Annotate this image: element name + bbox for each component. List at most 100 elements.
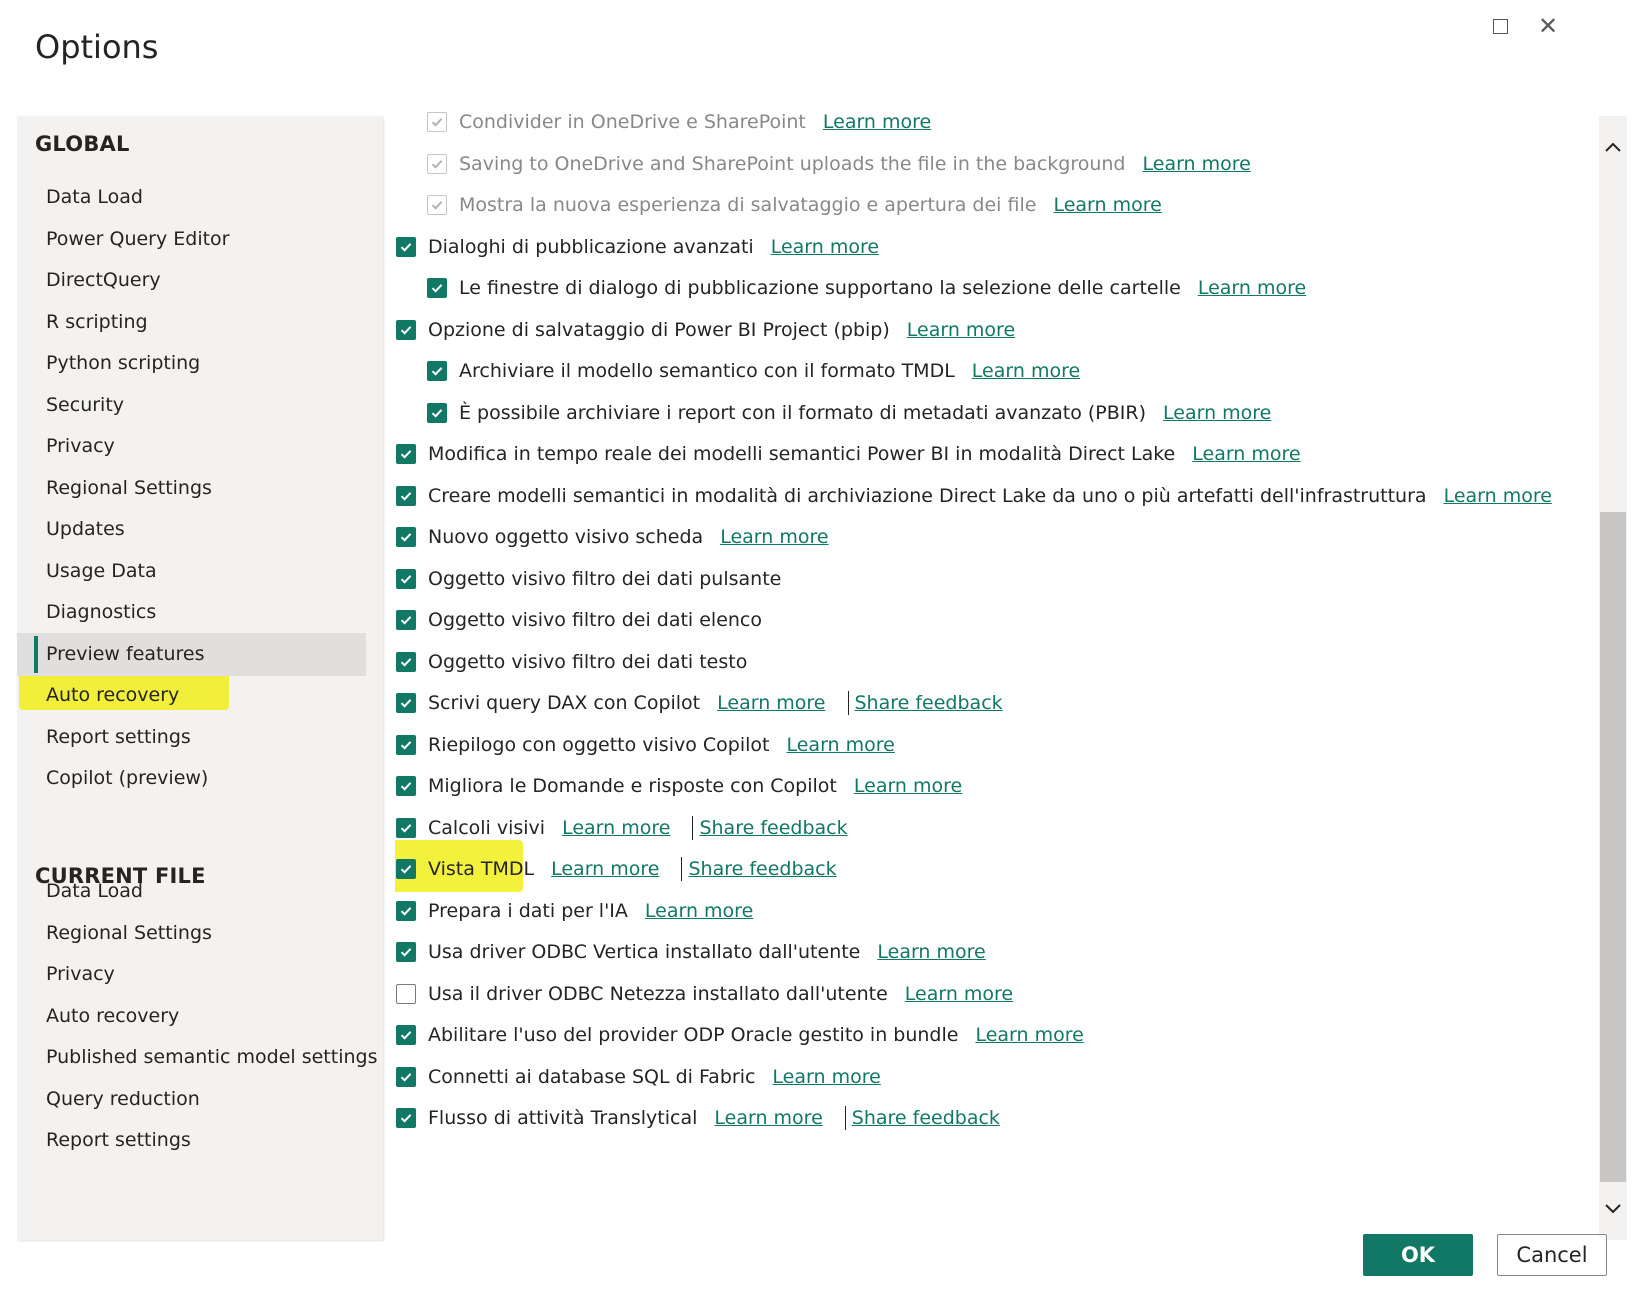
vertical-scrollbar[interactable] (1599, 116, 1627, 1240)
link-separator (681, 857, 683, 881)
checkbox-icon[interactable] (396, 859, 416, 879)
close-button[interactable]: ✕ (1530, 8, 1566, 44)
ok-button[interactable]: OK (1363, 1234, 1473, 1276)
option-label: Nuovo oggetto visivo scheda (428, 526, 704, 548)
learn-more-link[interactable]: Learn more (645, 900, 753, 922)
learn-more-link[interactable]: Learn more (772, 1066, 880, 1088)
checkbox-icon[interactable] (427, 361, 447, 381)
learn-more-link[interactable]: Learn more (771, 236, 879, 258)
learn-more-link[interactable]: Learn more (823, 112, 931, 133)
chevron-down-icon[interactable] (1603, 1198, 1623, 1218)
checkbox-icon[interactable] (396, 651, 416, 672)
checkbox-icon[interactable] (396, 1066, 416, 1087)
checkbox-icon[interactable] (396, 983, 416, 1004)
sidebar-item-data-load[interactable]: Data Load (17, 176, 366, 219)
learn-more-link[interactable]: Learn more (1143, 153, 1251, 175)
checkbox-icon[interactable] (396, 527, 416, 547)
sidebar-item-current-privacy[interactable]: Privacy (17, 953, 366, 996)
option-label: Usa driver ODBC Vertica installato dall'… (428, 941, 861, 963)
dialog-title: Options (35, 28, 159, 66)
link-separator (847, 691, 849, 715)
checkbox-icon[interactable] (396, 817, 416, 838)
option-label: È possibile archiviare i report con il f… (459, 401, 1147, 424)
checkbox-icon[interactable] (396, 942, 416, 962)
sidebar-item-current-report-settings[interactable]: Report settings (17, 1119, 366, 1162)
option-row: Dialoghi di pubblicazione avanzati Learn … (396, 227, 879, 267)
preview-features-panel: Condivider in OneDrive e SharePoint Learn… (395, 112, 1590, 1232)
sidebar-item-current-regional-settings[interactable]: Regional Settings (17, 912, 366, 955)
share-feedback-link[interactable]: Share feedback (852, 1107, 1000, 1129)
option-label: Migliora le Domande e risposte con Copil… (428, 775, 837, 797)
learn-more-link[interactable]: Learn more (717, 692, 825, 714)
checkbox-icon[interactable] (427, 402, 447, 423)
sidebar-item-current-auto-recovery[interactable]: Auto recovery (17, 995, 366, 1038)
checkbox-icon[interactable] (396, 776, 416, 796)
learn-more-link[interactable]: Learn more (1053, 194, 1161, 216)
share-feedback-link[interactable]: Share feedback (699, 817, 847, 839)
chevron-up-icon[interactable] (1603, 138, 1623, 158)
option-row: Prepara i dati per l'IA Learn more (396, 891, 753, 931)
sidebar-item-preview-features[interactable]: Preview features (17, 632, 366, 676)
learn-more-link[interactable]: Learn more (907, 319, 1015, 341)
sidebar-item-directquery[interactable]: DirectQuery (17, 259, 366, 302)
checkbox-icon[interactable] (396, 734, 416, 755)
learn-more-link[interactable]: Learn more (972, 360, 1080, 382)
sidebar-item-usage-data[interactable]: Usage Data (17, 550, 366, 593)
sidebar-item-r-scripting[interactable]: R scripting (17, 301, 366, 344)
sidebar-item-privacy[interactable]: Privacy (17, 425, 366, 468)
option-row: Le finestre di dialogo di pubblicazione … (427, 268, 1306, 308)
learn-more-link[interactable]: Learn more (1444, 485, 1552, 507)
checkbox-icon[interactable] (396, 485, 416, 506)
link-separator (844, 1106, 846, 1130)
checkbox-icon[interactable] (396, 693, 416, 713)
learn-more-link[interactable]: Learn more (720, 526, 828, 548)
learn-more-link[interactable]: Learn more (1163, 402, 1271, 424)
option-label: Oggetto visivo filtro dei dati testo (428, 650, 748, 673)
option-row: Usa driver ODBC Vertica installato dall'… (396, 932, 986, 972)
checkbox-icon[interactable] (396, 1025, 416, 1045)
global-heading: GLOBAL (35, 132, 130, 156)
learn-more-link[interactable]: Learn more (975, 1024, 1083, 1046)
checkbox-icon[interactable] (427, 278, 447, 298)
checkbox-icon[interactable] (396, 568, 416, 589)
learn-more-link[interactable]: Learn more (854, 775, 962, 797)
checkbox-icon[interactable] (396, 610, 416, 630)
learn-more-link[interactable]: Learn more (1198, 277, 1306, 299)
maximize-button[interactable] (1482, 8, 1518, 44)
checkbox-icon[interactable] (396, 319, 416, 340)
cancel-button[interactable]: Cancel (1497, 1234, 1607, 1276)
checkbox-icon (427, 153, 447, 174)
share-feedback-link[interactable]: Share feedback (855, 692, 1003, 714)
option-row: Flusso di attività Translytical Learn mor… (396, 1098, 1000, 1138)
sidebar-item-copilot-preview[interactable]: Copilot (preview) (17, 757, 366, 800)
option-row: Modifica in tempo reale dei modelli sema… (396, 434, 1301, 474)
checkbox-icon[interactable] (396, 900, 416, 921)
sidebar-item-current-query-reduction[interactable]: Query reduction (17, 1078, 366, 1121)
option-row: Calcoli visivi Learn more Share feedback (396, 808, 848, 848)
sidebar-item-current-data-load[interactable]: Data Load (17, 870, 366, 913)
learn-more-link[interactable]: Learn more (905, 983, 1013, 1005)
learn-more-link[interactable]: Learn more (714, 1107, 822, 1129)
option-label: Dialoghi di pubblicazione avanzati (428, 235, 754, 258)
checkbox-icon[interactable] (396, 236, 416, 257)
sidebar-item-updates[interactable]: Updates (17, 508, 366, 551)
sidebar-item-report-settings[interactable]: Report settings (17, 716, 366, 759)
learn-more-link[interactable]: Learn more (877, 941, 985, 963)
learn-more-link[interactable]: Learn more (786, 734, 894, 756)
option-row: Condivider in OneDrive e SharePoint Learn… (427, 112, 931, 142)
sidebar-item-regional-settings[interactable]: Regional Settings (17, 467, 366, 510)
checkbox-icon[interactable] (396, 1108, 416, 1128)
learn-more-link[interactable]: Learn more (1192, 443, 1300, 465)
sidebar-item-current-published-semantic-model-settings[interactable]: Published semantic model settings (17, 1036, 377, 1079)
learn-more-link[interactable]: Learn more (562, 817, 670, 839)
sidebar-item-auto-recovery[interactable]: Auto recovery (17, 674, 366, 717)
checkbox-icon[interactable] (396, 444, 416, 464)
sidebar-item-python-scripting[interactable]: Python scripting (17, 342, 366, 385)
share-feedback-link[interactable]: Share feedback (688, 858, 836, 880)
sidebar-item-power-query-editor[interactable]: Power Query Editor (17, 218, 366, 261)
sidebar-item-security[interactable]: Security (17, 384, 366, 427)
scroll-thumb[interactable] (1600, 512, 1626, 1182)
option-label: Usa il driver ODBC Netezza installato da… (428, 982, 888, 1005)
learn-more-link[interactable]: Learn more (551, 858, 659, 880)
sidebar-item-diagnostics[interactable]: Diagnostics (17, 591, 366, 634)
